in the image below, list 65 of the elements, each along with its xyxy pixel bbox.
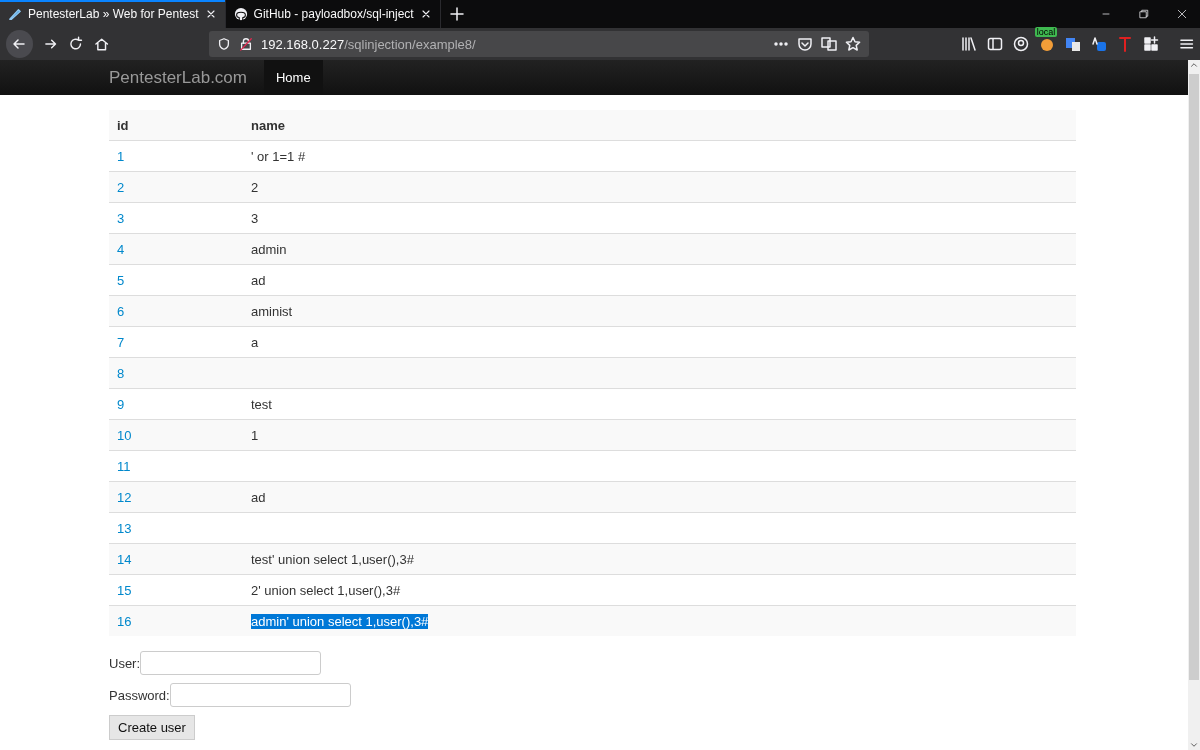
add-widget-icon[interactable] (1142, 36, 1159, 52)
id-link[interactable]: 2 (117, 179, 125, 195)
name-cell: test (251, 396, 272, 412)
pocket-icon[interactable] (796, 36, 813, 52)
account-icon[interactable] (1012, 36, 1029, 52)
star-icon[interactable] (844, 36, 861, 52)
restore-icon[interactable] (1138, 8, 1150, 20)
home-icon[interactable] (93, 36, 109, 52)
translate-icon[interactable] (1064, 36, 1081, 52)
close-icon[interactable] (1176, 8, 1188, 20)
id-link[interactable]: 4 (117, 241, 125, 257)
name-cell: 3 (251, 210, 259, 226)
name-cell: ad (251, 489, 266, 505)
id-link[interactable]: 12 (117, 489, 132, 505)
address-bar[interactable]: 192.168.0.227/sqlinjection/example8/ (209, 31, 869, 57)
id-link[interactable]: 5 (117, 272, 125, 288)
new-tab-icon[interactable] (448, 6, 465, 22)
shield-icon[interactable] (217, 37, 231, 51)
column-header: id (117, 117, 129, 133)
id-link[interactable]: 1 (117, 148, 125, 164)
name-cell: ' or 1=1 # (251, 148, 306, 164)
id-link[interactable]: 8 (117, 365, 125, 381)
name-cell: test' union select 1,user(),3# (251, 551, 414, 567)
id-link[interactable]: 9 (117, 396, 125, 412)
translate-icon[interactable] (1090, 36, 1107, 52)
name-cell: ad (251, 272, 266, 288)
id-link[interactable]: 11 (117, 458, 131, 474)
scroll-up-icon[interactable] (1189, 60, 1199, 70)
forward-icon[interactable] (42, 36, 59, 52)
insecure-lock-icon[interactable] (239, 37, 253, 51)
field-label: Password: (109, 687, 170, 703)
name-cell: 1 (251, 427, 259, 443)
id-link[interactable]: 13 (117, 520, 132, 536)
id-link[interactable]: 7 (117, 334, 125, 350)
site-brand[interactable]: PentesterLab.com (109, 67, 247, 88)
reload-icon[interactable] (68, 36, 84, 52)
browser-tab[interactable]: PentesterLab » Web for Pentest (0, 0, 226, 28)
name-cell: admin (251, 241, 287, 257)
extension-icon[interactable] (1038, 36, 1055, 52)
sidebar-icon[interactable] (986, 36, 1003, 52)
scroll-down-icon[interactable] (1189, 740, 1199, 750)
extension-badge: local (1034, 27, 1058, 37)
input-field[interactable] (169, 683, 351, 707)
id-link[interactable]: 6 (117, 303, 125, 319)
name-cell: admin' union select 1,user(),3# (251, 613, 429, 629)
id-link[interactable]: 3 (117, 210, 125, 226)
input-field[interactable] (140, 651, 322, 675)
name-cell: a (251, 334, 259, 350)
create-user-button[interactable]: Create user (109, 715, 195, 740)
t-letter-icon[interactable] (1116, 36, 1133, 52)
menu-icon[interactable] (1178, 36, 1194, 52)
name-cell: 2' union select 1,user(),3# (251, 582, 401, 598)
id-link[interactable]: 15 (117, 582, 132, 598)
scrollbar-thumb[interactable] (1189, 74, 1199, 680)
id-link[interactable]: 14 (117, 551, 132, 567)
id-link[interactable]: 16 (117, 613, 132, 629)
column-header: name (251, 117, 285, 133)
name-cell: aminist (251, 303, 293, 319)
library-icon[interactable] (960, 36, 977, 52)
back-icon[interactable] (11, 36, 28, 52)
field-label: User: (109, 655, 141, 671)
translate-icon[interactable] (820, 36, 837, 52)
id-link[interactable]: 10 (117, 427, 132, 443)
pen-icon (8, 7, 22, 21)
name-cell: 2 (251, 179, 259, 195)
